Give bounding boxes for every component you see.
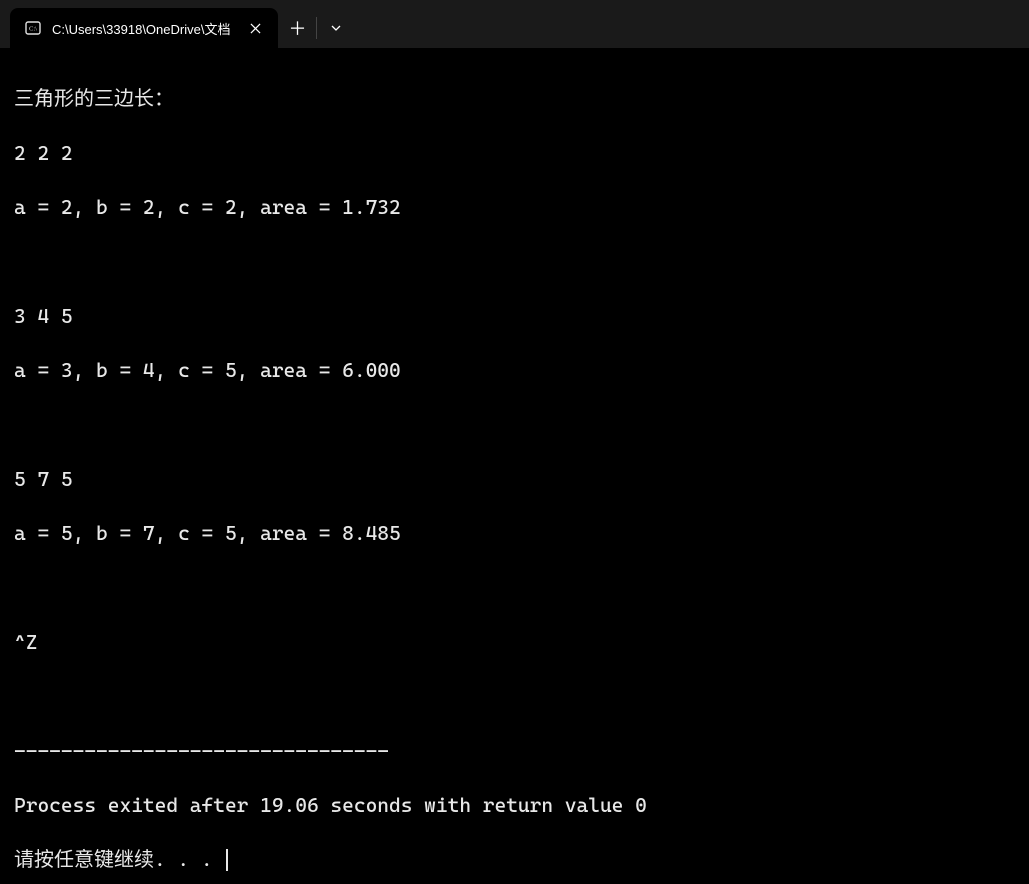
result-line: a = 2, b = 2, c = 2, area = 1.732 <box>14 194 1015 221</box>
prompt-line: 三角形的三边长： <box>14 85 1015 112</box>
press-key-line: 请按任意键继续. . . <box>14 847 224 871</box>
tab-dropdown-button[interactable] <box>317 8 355 48</box>
terminal-tab[interactable]: C:\ C:\Users\33918\OneDrive\文档 <box>10 8 278 48</box>
cursor <box>226 849 228 871</box>
terminal-output[interactable]: 三角形的三边长： 2 2 2 a = 2, b = 2, c = 2, area… <box>0 48 1029 884</box>
close-tab-button[interactable] <box>246 19 264 37</box>
tab-title: C:\Users\33918\OneDrive\文档 <box>52 19 230 38</box>
blank-line <box>14 411 1015 438</box>
separator-line: -------------------------------- <box>14 738 1015 765</box>
input-line: 5 7 5 <box>14 466 1015 493</box>
exit-message: Process exited after 19.06 seconds with … <box>14 792 1015 819</box>
cmd-icon: C:\ <box>24 19 42 37</box>
blank-line <box>14 683 1015 710</box>
blank-line <box>14 575 1015 602</box>
input-line: 3 4 5 <box>14 303 1015 330</box>
window-titlebar: C:\ C:\Users\33918\OneDrive\文档 ＋ <box>0 0 1029 48</box>
new-tab-button[interactable]: ＋ <box>278 8 316 48</box>
result-line: a = 5, b = 7, c = 5, area = 8.485 <box>14 520 1015 547</box>
result-line: a = 3, b = 4, c = 5, area = 6.000 <box>14 357 1015 384</box>
eof-line: ^Z <box>14 629 1015 656</box>
blank-line <box>14 248 1015 275</box>
input-line: 2 2 2 <box>14 140 1015 167</box>
titlebar-controls: ＋ <box>278 8 355 48</box>
svg-text:C:\: C:\ <box>29 26 37 33</box>
